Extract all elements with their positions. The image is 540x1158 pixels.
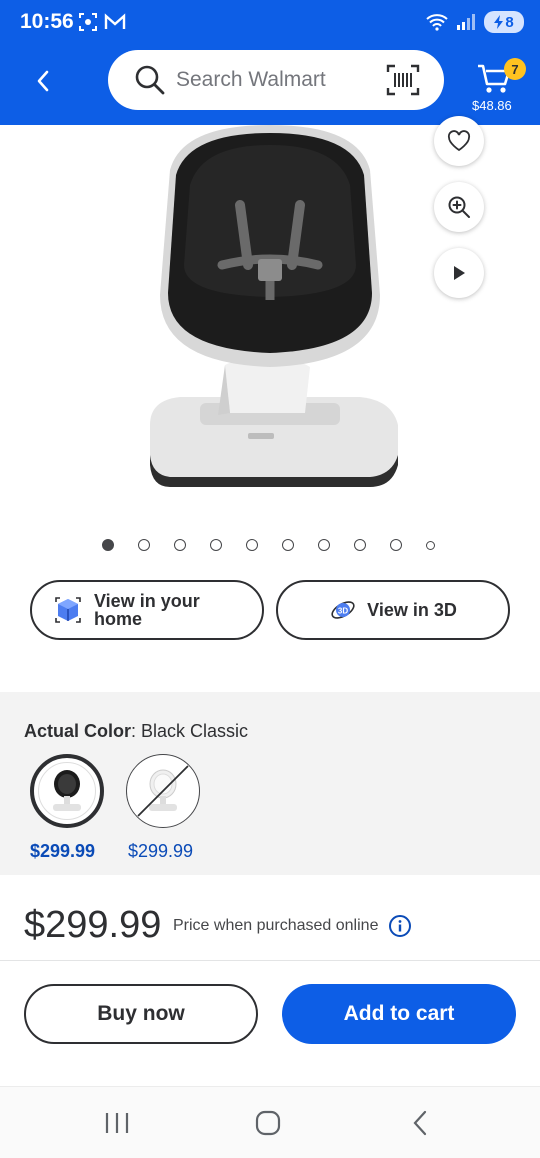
screenshot-icon	[79, 13, 97, 31]
zoom-button[interactable]	[434, 182, 484, 232]
carousel-dot[interactable]	[102, 539, 114, 551]
zoom-in-icon	[448, 196, 470, 218]
back-button[interactable]	[26, 64, 60, 98]
cart-count-badge: 7	[504, 58, 526, 80]
carousel-dot[interactable]	[174, 539, 186, 551]
favorite-button[interactable]	[434, 116, 484, 166]
cart-button[interactable]: 7 $48.86	[470, 56, 526, 116]
back-arrow-icon	[413, 1110, 427, 1136]
price-note: Price when purchased online	[173, 917, 379, 934]
top-bar: 10:56 8 Search Walmart 7 $48.86	[0, 0, 540, 125]
color-swatch-white-unavailable[interactable]	[126, 754, 200, 828]
buy-now-button[interactable]: Buy now	[24, 984, 258, 1044]
mail-icon	[104, 13, 126, 29]
product-image[interactable]	[130, 125, 410, 490]
carousel-dot[interactable]	[282, 539, 294, 551]
battery-level: 8	[505, 13, 514, 31]
carousel-dot[interactable]	[390, 539, 402, 551]
recent-apps-icon	[105, 1113, 129, 1133]
view-in-home-button[interactable]: View in your home	[30, 580, 264, 640]
status-time: 10:56	[20, 10, 74, 33]
carousel-dot[interactable]	[318, 539, 330, 551]
carousel-dot[interactable]	[426, 540, 435, 550]
battery-indicator: 8	[484, 11, 524, 33]
carousel-dot[interactable]	[210, 539, 222, 551]
color-label: Actual Color: Black Classic	[24, 721, 249, 741]
search-input[interactable]: Search Walmart	[108, 50, 444, 110]
chevron-left-icon	[37, 70, 49, 92]
notification-icons	[78, 12, 126, 32]
color-swatch-black[interactable]	[30, 754, 104, 828]
home-icon	[255, 1110, 281, 1136]
status-right: 8	[426, 11, 524, 33]
divider	[0, 960, 540, 961]
swing-thumbnail-black	[53, 770, 81, 811]
signal-icon	[457, 14, 475, 30]
product-price: $299.99	[24, 904, 162, 946]
swatch-price-selected: $299.99	[30, 841, 96, 861]
system-nav-bar	[0, 1086, 540, 1158]
carousel-dot[interactable]	[246, 539, 258, 551]
swatch-price-unavailable: $299.99	[128, 841, 194, 861]
3d-orbit-icon: 3D	[331, 601, 355, 619]
color-value: : Black Classic	[131, 721, 249, 741]
play-icon	[454, 266, 465, 280]
home-button[interactable]	[248, 1107, 288, 1139]
barcode-scan-icon[interactable]	[386, 64, 420, 96]
charging-icon	[494, 15, 504, 29]
ar-cube-icon	[55, 597, 81, 623]
carousel-dot[interactable]	[354, 539, 366, 551]
image-carousel-dots	[102, 539, 435, 551]
info-icon[interactable]	[388, 914, 412, 938]
recent-apps-button[interactable]	[97, 1107, 137, 1139]
carousel-dot[interactable]	[138, 539, 150, 551]
svg-text:3D: 3D	[338, 607, 348, 616]
system-back-button[interactable]	[400, 1107, 440, 1139]
search-icon	[135, 65, 165, 95]
view-in-home-label: View in your home	[94, 591, 200, 629]
add-to-cart-button[interactable]: Add to cart	[282, 984, 516, 1044]
view-in-3d-button[interactable]: 3D View in 3D	[276, 580, 510, 640]
play-video-button[interactable]	[434, 248, 484, 298]
search-placeholder: Search Walmart	[176, 68, 326, 91]
unavailable-slash-icon	[137, 765, 189, 817]
heart-icon	[447, 130, 471, 152]
wifi-icon	[426, 14, 448, 31]
view-in-3d-label: View in 3D	[367, 600, 457, 620]
cart-total: $48.86	[472, 98, 512, 113]
